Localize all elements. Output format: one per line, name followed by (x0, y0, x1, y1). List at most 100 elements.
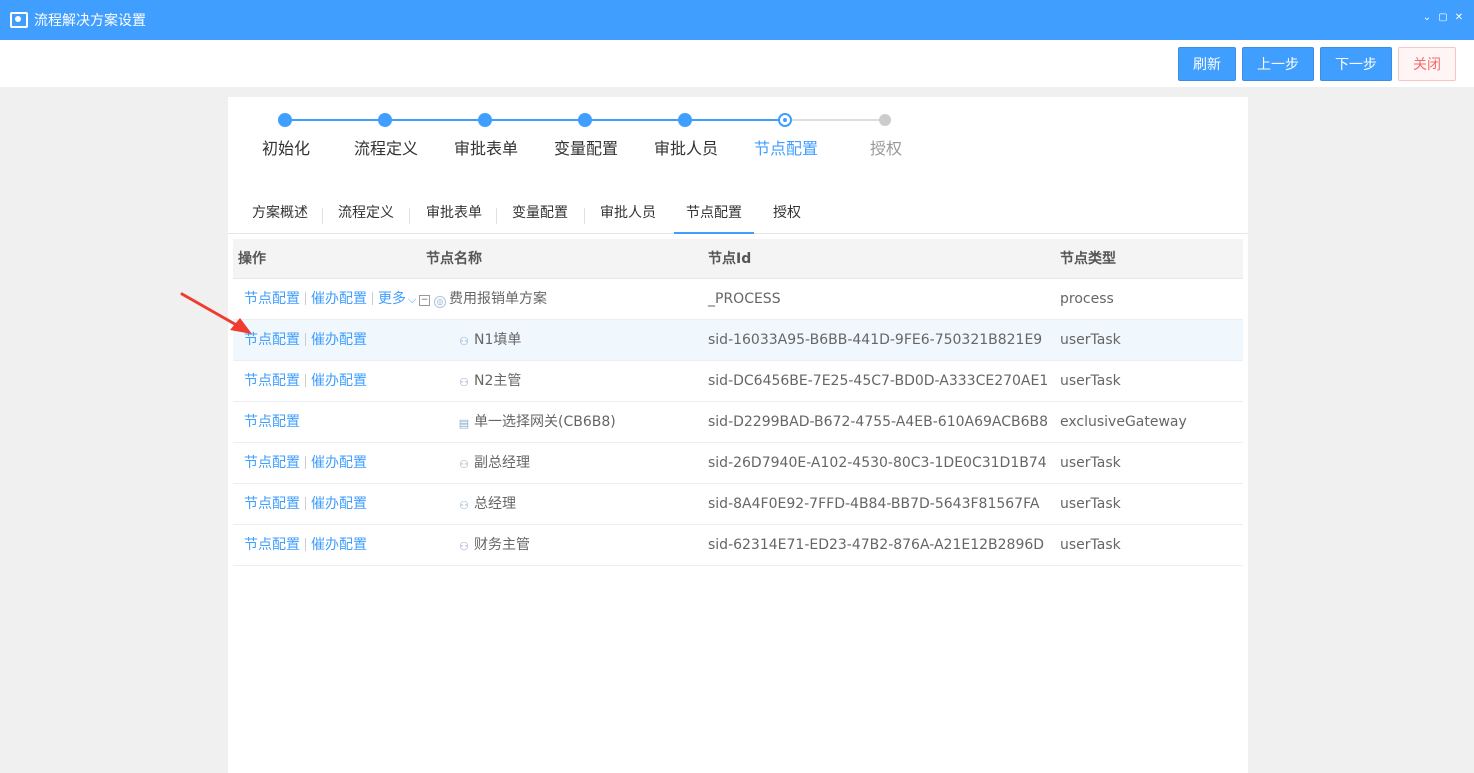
table-row[interactable]: 节点配置 催办配置 ⚇ 总经理 sid-8A4F0E92-7FFD-4B84-BB7… (233, 484, 1243, 525)
node-config-link[interactable]: 节点配置 (244, 455, 300, 471)
table-row[interactable]: 节点配置 催办配置 ⚇ 财务主管 sid-62314E71-ED23-47B2-87… (233, 525, 1243, 566)
node-config-link[interactable]: 节点配置 (244, 537, 300, 553)
node-name: 副总经理 (474, 455, 530, 471)
step-dot (578, 113, 592, 127)
column-header-type: 节点类型 (1060, 251, 1116, 267)
more-link[interactable]: 更多 (378, 291, 406, 307)
node-id: sid-DC6456BE-7E25-45C7-BD0D-A333CE270AE1 (708, 373, 1049, 389)
step-label[interactable]: 变量配置 (536, 135, 636, 159)
step-dot (378, 113, 392, 127)
step-label-pending[interactable]: 授权 (836, 135, 936, 159)
action-divider (305, 456, 306, 469)
next-step-button[interactable]: 下一步 (1320, 47, 1392, 81)
node-name: 总经理 (474, 496, 516, 512)
tab-overview[interactable]: 方案概述 (240, 199, 320, 234)
node-name: N2主管 (474, 373, 522, 389)
node-name: 费用报销单方案 (449, 291, 547, 307)
tab-divider (496, 208, 497, 224)
node-id: sid-8A4F0E92-7FFD-4B84-BB7D-5643F81567FA (708, 496, 1040, 512)
node-type: userTask (1060, 332, 1121, 348)
user-icon: ⚇ (459, 499, 469, 512)
node-name-cell: ⚇ 总经理 (458, 484, 516, 524)
node-name-cell: − ◎ 费用报销单方案 (419, 279, 547, 319)
urge-config-link[interactable]: 催办配置 (311, 332, 367, 348)
tab-authorization[interactable]: 授权 (758, 199, 816, 234)
table-row-selected[interactable]: 节点配置 催办配置 ⚇ N1填单 sid-16033A95-B6BB-441D-9F… (233, 320, 1243, 361)
node-id: _PROCESS (708, 291, 781, 307)
table-row[interactable]: 节点配置 ▤ 单一选择网关(CB6B8) sid-D2299BAD-B672-47… (233, 402, 1243, 443)
table-row[interactable]: 节点配置 催办配置 更多 ⌵ − ◎ 费用报销单方案 _PROCESS process (233, 279, 1243, 320)
tab-bar: 方案概述 流程定义 审批表单 变量配置 审批人员 节点配置 授权 (228, 199, 1248, 234)
user-icon: ⚇ (459, 376, 469, 389)
action-divider (372, 292, 373, 305)
node-name: N1填单 (474, 332, 522, 348)
node-name-cell: ⚇ 财务主管 (458, 525, 530, 565)
table-row[interactable]: 节点配置 催办配置 ⚇ N2主管 sid-DC6456BE-7E25-45C7-BD… (233, 361, 1243, 402)
node-name-cell: ⚇ N2主管 (458, 361, 521, 401)
node-config-link[interactable]: 节点配置 (244, 496, 300, 512)
row-actions: 节点配置 催办配置 (244, 484, 367, 524)
refresh-button[interactable]: 刷新 (1178, 47, 1236, 81)
urge-config-link[interactable]: 催办配置 (311, 373, 367, 389)
step-label[interactable]: 审批人员 (636, 135, 736, 159)
node-id: sid-26D7940E-A102-4530-80C3-1DE0C31D1B74 (708, 455, 1047, 471)
step-label-current[interactable]: 节点配置 (736, 135, 836, 159)
urge-config-link[interactable]: 催办配置 (311, 496, 367, 512)
toolbar: 刷新 上一步 下一步 关闭 (0, 40, 1474, 87)
urge-config-link[interactable]: 催办配置 (311, 291, 367, 307)
table-row[interactable]: 节点配置 催办配置 ⚇ 副总经理 sid-26D7940E-A102-4530-80… (233, 443, 1243, 484)
tab-approval-form[interactable]: 审批表单 (414, 199, 494, 234)
step-dot (278, 113, 292, 127)
urge-config-link[interactable]: 催办配置 (311, 537, 367, 553)
step-label[interactable]: 初始化 (236, 135, 336, 159)
step-label[interactable]: 流程定义 (336, 135, 436, 159)
user-icon: ⚇ (459, 540, 469, 553)
gateway-icon: ▤ (458, 417, 470, 430)
column-header-id: 节点Id (708, 251, 752, 267)
maximize-icon[interactable]: ▢ (1438, 10, 1448, 24)
node-config-link[interactable]: 节点配置 (244, 332, 300, 348)
action-divider (305, 374, 306, 387)
tab-approvers[interactable]: 审批人员 (588, 199, 668, 234)
node-type: userTask (1060, 455, 1121, 471)
column-header-ops: 操作 (238, 251, 266, 267)
collapse-toggle-icon[interactable]: − (419, 295, 430, 306)
chevron-down-icon[interactable]: ⌵ (408, 280, 416, 320)
main-panel: 初始化 流程定义 审批表单 变量配置 审批人员 节点配置 授权 方案概述 流程定… (228, 97, 1248, 773)
node-name-cell: ⚇ 副总经理 (458, 443, 530, 483)
node-type: process (1060, 291, 1114, 307)
tab-divider (584, 208, 585, 224)
table-header: 操作 节点名称 节点Id 节点类型 (233, 239, 1243, 279)
step-label[interactable]: 审批表单 (436, 135, 536, 159)
node-name-cell: ▤ 单一选择网关(CB6B8) (458, 402, 616, 442)
node-config-link[interactable]: 节点配置 (244, 414, 300, 430)
tab-variable-config[interactable]: 变量配置 (500, 199, 580, 234)
user-icon: ⚇ (459, 335, 469, 348)
step-indicator: 初始化 流程定义 审批表单 变量配置 审批人员 节点配置 授权 (228, 97, 1248, 177)
user-icon: ⚇ (459, 458, 469, 471)
node-type: exclusiveGateway (1060, 414, 1187, 430)
node-config-link[interactable]: 节点配置 (244, 291, 300, 307)
step-remaining-line (785, 119, 885, 121)
minimize-icon[interactable]: ⌄ (1422, 10, 1432, 24)
previous-step-button[interactable]: 上一步 (1242, 47, 1314, 81)
window-controls: ⌄ ▢ ✕ (1422, 10, 1464, 24)
column-header-name: 节点名称 (426, 251, 482, 267)
node-id: sid-62314E71-ED23-47B2-876A-A21E12B2896D (708, 537, 1045, 553)
window-titlebar: 流程解决方案设置 ⌄ ▢ ✕ (0, 0, 1474, 40)
close-button[interactable]: 关闭 (1398, 47, 1456, 81)
node-name-cell: ⚇ N1填单 (458, 320, 521, 360)
urge-config-link[interactable]: 催办配置 (311, 455, 367, 471)
row-actions: 节点配置 催办配置 (244, 320, 367, 360)
node-type: userTask (1060, 496, 1121, 512)
step-dot-pending (879, 114, 891, 126)
tab-divider (409, 208, 410, 224)
tab-node-config[interactable]: 节点配置 (674, 199, 754, 234)
node-config-link[interactable]: 节点配置 (244, 373, 300, 389)
window-title: 流程解决方案设置 (34, 13, 146, 29)
row-actions: 节点配置 (244, 402, 300, 442)
row-actions: 节点配置 催办配置 (244, 443, 367, 483)
tab-process-definition[interactable]: 流程定义 (326, 199, 406, 234)
close-icon[interactable]: ✕ (1454, 10, 1464, 24)
tab-divider (322, 208, 323, 224)
